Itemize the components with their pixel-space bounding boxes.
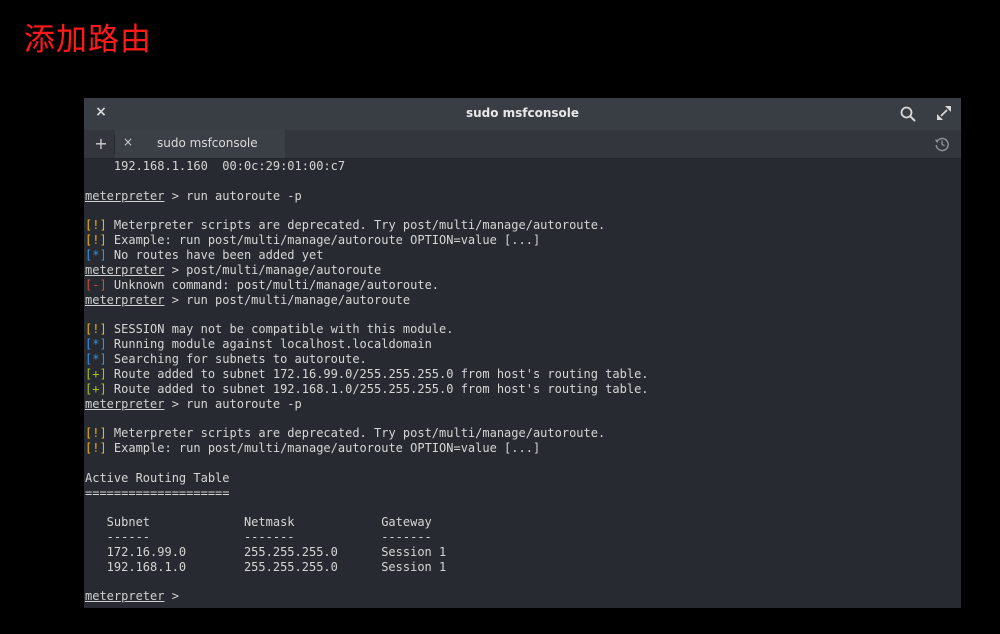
message-text: Route added to subnet 192.168.1.0/255.25… xyxy=(106,381,649,396)
terminal-line: [*] Running module against localhost.loc… xyxy=(85,337,961,352)
tab-bar: + × sudo msfconsole xyxy=(84,130,961,159)
terminal-line: meterpreter > post/multi/manage/autorout… xyxy=(85,263,961,278)
routing-table-row: 172.16.99.0 255.255.255.0 Session 1 xyxy=(85,544,447,559)
window-title: sudo msfconsole xyxy=(465,106,580,120)
info-tag: [*] xyxy=(85,248,107,263)
terminal-line: meterpreter > xyxy=(85,589,961,604)
error-tag: [-] xyxy=(85,277,107,292)
command-text: > run autoroute -p xyxy=(164,188,302,203)
terminal-line: 192.168.1.160 00:0c:29:01:00:c7 xyxy=(85,159,346,173)
terminal-line: [!] Example: run post/multi/manage/autor… xyxy=(85,441,961,456)
message-text: Meterpreter scripts are deprecated. Try … xyxy=(106,218,606,233)
command-text: > run post/multi/manage/autoroute xyxy=(164,292,411,307)
command-text: > post/multi/manage/autoroute xyxy=(164,262,382,277)
terminal-line: [!] Meterpreter scripts are deprecated. … xyxy=(85,218,961,233)
warning-tag: [!] xyxy=(85,426,107,441)
routing-table-row: 192.168.1.0 255.255.255.0 Session 1 xyxy=(85,559,447,574)
meterpreter-prompt: meterpreter xyxy=(85,188,165,203)
terminal-line: meterpreter > run autoroute -p xyxy=(85,189,961,204)
terminal-line: [-] Unknown command: post/multi/manage/a… xyxy=(85,278,961,293)
warning-tag: [!] xyxy=(85,233,107,248)
routing-table-underline: ==================== xyxy=(85,485,230,500)
terminal-line: [!] Meterpreter scripts are deprecated. … xyxy=(85,426,961,441)
command-text: > run autoroute -p xyxy=(164,396,302,411)
info-tag: [*] xyxy=(85,337,107,352)
terminal-line: [+] Route added to subnet 172.16.99.0/25… xyxy=(85,367,961,382)
routing-table-header: Subnet Netmask Gateway xyxy=(85,515,432,530)
success-tag: [+] xyxy=(85,366,107,381)
routing-table-separator: ------ ------- ------- xyxy=(85,530,432,545)
message-text: No routes have been added yet xyxy=(106,248,324,263)
message-text: Route added to subnet 172.16.99.0/255.25… xyxy=(106,366,649,381)
new-tab-button[interactable]: + xyxy=(92,134,110,153)
routing-table-title: Active Routing Table xyxy=(85,470,230,485)
meterpreter-prompt: meterpreter xyxy=(85,292,165,307)
search-icon[interactable] xyxy=(899,105,917,123)
tab-close-button[interactable]: × xyxy=(121,135,135,151)
terminal-line: [*] Searching for subnets to autoroute. xyxy=(85,352,961,367)
slide-title: 添加路由 xyxy=(24,22,152,58)
meterpreter-prompt: meterpreter xyxy=(85,589,165,604)
terminal-line: meterpreter > run autoroute -p xyxy=(85,397,961,412)
terminal-output[interactable]: 192.168.1.160 00:0c:29:01:00:c7 meterpre… xyxy=(84,159,961,608)
message-text: Example: run post/multi/manage/autoroute… xyxy=(106,441,541,456)
terminal-line: meterpreter > run post/multi/manage/auto… xyxy=(85,293,961,308)
warning-tag: [!] xyxy=(85,218,107,233)
message-text: Searching for subnets to autoroute. xyxy=(106,351,367,366)
terminal-line: [!] SESSION may not be compatible with t… xyxy=(85,322,961,337)
tab-sudo-msfconsole[interactable]: × sudo msfconsole xyxy=(115,130,285,158)
info-tag: [*] xyxy=(85,351,107,366)
terminal-line: [*] No routes have been added yet xyxy=(85,248,961,263)
message-text: Meterpreter scripts are deprecated. Try … xyxy=(106,426,606,441)
meterpreter-prompt: meterpreter xyxy=(85,262,165,277)
maximize-icon[interactable] xyxy=(937,106,951,120)
message-text: SESSION may not be compatible with this … xyxy=(106,322,454,337)
tab-label: sudo msfconsole xyxy=(157,136,258,150)
terminal-window: × sudo msfconsole + × sudo msfconsole 19… xyxy=(84,98,961,608)
command-text: > xyxy=(164,589,187,604)
terminal-line: [+] Route added to subnet 192.168.1.0/25… xyxy=(85,382,961,397)
message-text: Running module against localhost.localdo… xyxy=(106,337,432,352)
terminal-line: [!] Example: run post/multi/manage/autor… xyxy=(85,233,961,248)
meterpreter-prompt: meterpreter xyxy=(85,396,165,411)
warning-tag: [!] xyxy=(85,441,107,456)
history-icon[interactable] xyxy=(934,136,950,152)
title-bar: × sudo msfconsole xyxy=(84,98,961,130)
message-text: Example: run post/multi/manage/autoroute… xyxy=(106,233,541,248)
success-tag: [+] xyxy=(85,381,107,396)
warning-tag: [!] xyxy=(85,322,107,337)
message-text: Unknown command: post/multi/manage/autor… xyxy=(106,277,440,292)
